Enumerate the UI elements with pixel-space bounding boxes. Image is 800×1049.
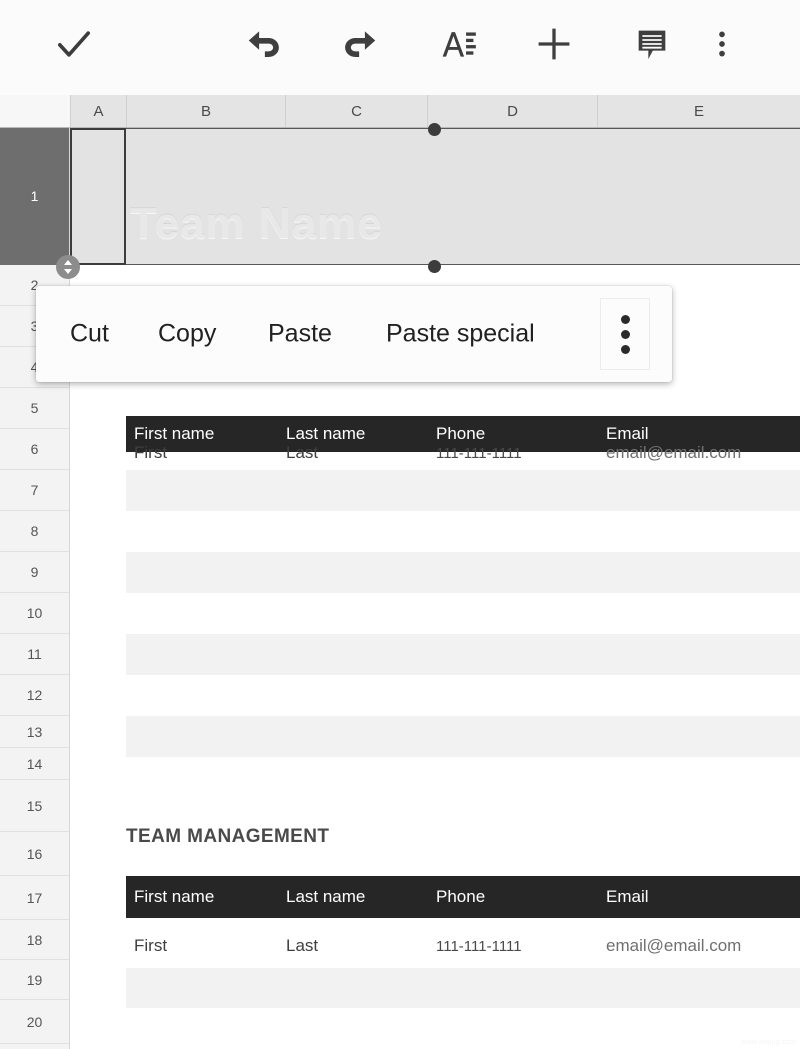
comment-icon[interactable] [616,8,688,80]
context-menu-item-cut[interactable]: Cut [70,320,109,349]
section-table-band-row-18[interactable] [126,968,800,1008]
row-header-16-label: 16 [26,845,43,862]
row-header-1-label: 1 [30,188,39,204]
top-table-cell-first-name: First [134,443,168,462]
spreadsheet-app: A B C D E 1 2 3 4 5 6 7 8 9 10 11 12 13 … [0,0,800,1049]
row-header-13[interactable]: 13 [0,716,69,748]
row-header-8[interactable]: 8 [0,511,69,552]
more-dot-2 [620,329,630,339]
column-header-row: A B C D E [0,95,800,128]
row-header-5-label: 5 [30,400,39,416]
row-header-17-label: 17 [26,889,43,906]
column-header-c-label: C [351,102,362,120]
selected-cell-a1[interactable] [70,128,126,265]
column-header-c[interactable]: C [285,95,427,127]
row-header-10[interactable]: 10 [0,593,69,634]
accept-check-icon[interactable] [38,8,110,80]
section-table-header-email: Email [606,887,649,906]
row-header-5[interactable]: 5 [0,388,69,429]
context-menu-item-paste-special[interactable]: Paste special [386,320,535,349]
top-table-band-row-10[interactable] [126,634,800,675]
top-table-cell-email: email@email.com [606,443,742,462]
section-table-header-row: First name Last name Phone Email [126,876,800,918]
row-header-15-label: 15 [26,797,43,814]
row-header-13-label: 13 [26,723,43,740]
team-name-banner-text: Team Name [130,199,383,248]
section-table-cell-email: email@email.com [606,936,742,955]
column-header-a-label: A [93,102,104,120]
section-table-cell-phone: 111-111-1111 [436,938,522,955]
select-all-corner[interactable] [0,95,70,127]
section-table-header-last-name: Last name [286,887,366,906]
column-header-e-label: E [693,102,704,120]
row-header-10-label: 10 [26,605,43,621]
row-header-14-label: 14 [26,755,43,772]
row-header-14[interactable]: 14 [0,748,69,780]
context-menu-more-vert-icon[interactable] [600,298,650,370]
row-header-12[interactable]: 12 [0,675,69,716]
row-header-7[interactable]: 7 [0,470,69,511]
team-name-banner[interactable]: Team Name [70,128,800,265]
row-header-6-label: 6 [30,441,39,457]
column-header-b-label: B [200,102,211,120]
column-header-d[interactable]: D [427,95,597,127]
row-header-15[interactable]: 15 [0,780,69,832]
spreadsheet-grid: A B C D E 1 2 3 4 5 6 7 8 9 10 11 12 13 … [0,95,800,1049]
row-header-20-label: 20 [26,1013,43,1030]
top-table-cell-last-name: Last [286,443,319,462]
row-header-1[interactable]: 1 [0,128,69,265]
top-table-band-row-8[interactable] [126,552,800,593]
selection-handle-top[interactable] [428,123,441,136]
row-header-19-label: 19 [26,971,43,988]
row-header-9-label: 9 [30,564,39,580]
undo-icon[interactable] [228,8,300,80]
row-resize-handle[interactable] [56,255,80,279]
row-header-6[interactable]: 6 [0,429,69,470]
row-header-16[interactable]: 16 [0,832,69,876]
section-table-row[interactable]: First Last 111-111-1111 email@email.com [126,926,800,968]
column-header-e[interactable]: E [597,95,800,127]
row-header-18-label: 18 [26,931,43,948]
selection-handle-bottom[interactable] [428,260,441,273]
top-table-cell-phone: 111-111-1111 [436,445,522,462]
context-menu-item-copy[interactable]: Copy [158,320,216,349]
watermark-text: www.lequig.com [741,1039,796,1046]
column-header-a[interactable]: A [70,95,126,127]
top-table-row[interactable]: First Last 111-111-1111 email@email.com [126,433,800,475]
top-table-band-row-6[interactable] [126,470,800,511]
row-header-17[interactable]: 17 [0,876,69,920]
section-table-header-first-name: First name [134,887,215,906]
row-header-18[interactable]: 18 [0,920,69,960]
row-header-20[interactable]: 20 [0,1000,69,1044]
column-header-d-label: D [507,102,518,120]
text-format-icon[interactable] [422,8,494,80]
row-header-9[interactable]: 9 [0,552,69,593]
top-table-band-row-12[interactable] [126,716,800,757]
section-table-header-phone: Phone [436,887,486,906]
more-dot-3 [620,344,630,354]
clipboard-context-menu: Cut Copy Paste Paste special [36,286,672,382]
row-header-8-label: 8 [30,523,39,539]
row-header-11[interactable]: 11 [0,634,69,675]
row-header-12-label: 12 [26,687,43,703]
row-header-7-label: 7 [30,482,39,498]
row-header-19[interactable]: 19 [0,960,69,1000]
row-header-11-label: 11 [27,646,42,662]
column-header-b[interactable]: B [126,95,285,127]
more-dot-1 [620,314,630,324]
section-table-cell-first-name: First [134,936,168,955]
team-management-title: TEAM MANAGEMENT [126,826,330,847]
context-menu-item-paste[interactable]: Paste [268,320,332,349]
add-icon[interactable] [518,8,590,80]
redo-icon[interactable] [324,8,396,80]
section-table-cell-last-name: Last [286,936,319,955]
more-vert-icon[interactable] [686,8,758,80]
top-toolbar [0,0,800,95]
